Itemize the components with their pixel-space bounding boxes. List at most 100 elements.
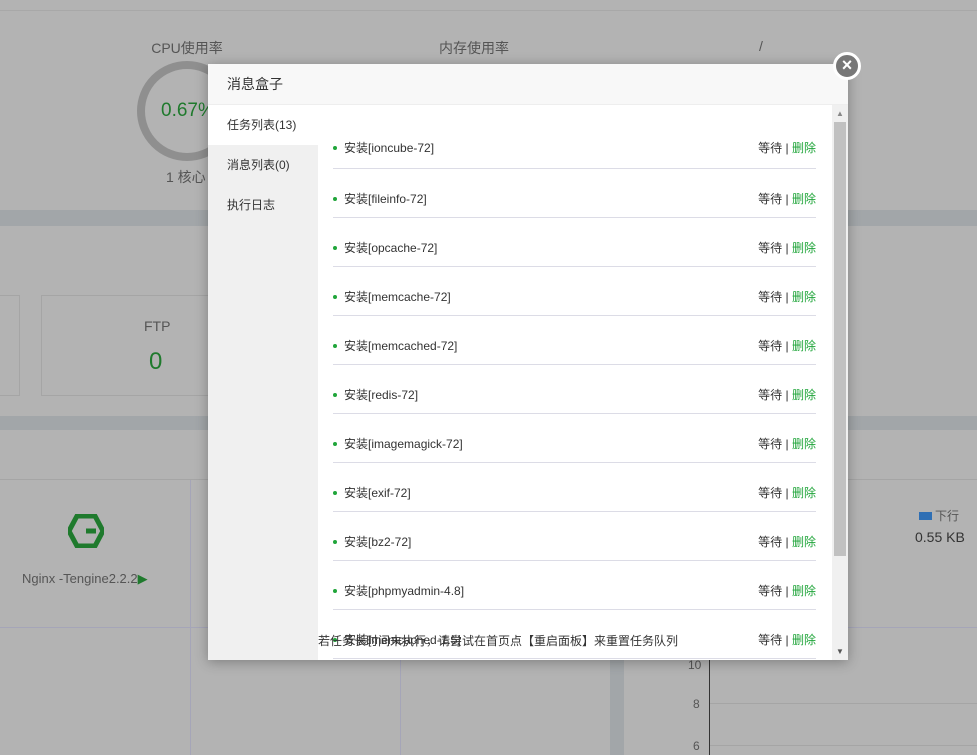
status-dot-icon <box>333 295 337 300</box>
separator: | <box>785 632 789 647</box>
network-value: 0.55 KB <box>915 529 965 545</box>
y-tick: 10 <box>688 658 702 672</box>
task-status: 等待 <box>758 583 783 598</box>
divider <box>190 480 191 755</box>
legend-label: 下行 <box>935 509 960 523</box>
play-icon[interactable]: ▶ <box>138 571 148 586</box>
task-row: 安装[memcached-72] 等待 | 删除 <box>333 316 816 365</box>
delete-task-button[interactable]: 删除 <box>792 633 816 647</box>
task-name: 安装[imagemagick-72] <box>333 435 463 452</box>
software-label: Nginx -Tengine2.2.2 <box>22 571 138 586</box>
delete-task-button[interactable]: 删除 <box>792 535 816 549</box>
delete-task-button[interactable]: 删除 <box>792 339 816 353</box>
separator: | <box>785 191 789 206</box>
cpu-value: 0.67% <box>161 100 215 121</box>
task-label: 安装[redis-72] <box>344 387 419 402</box>
status-dot-icon <box>333 344 337 349</box>
task-label: 安装[memcache-72] <box>344 289 451 304</box>
task-actions: 等待 | 删除 <box>758 533 816 550</box>
separator: | <box>785 338 789 353</box>
task-name: 安装[bz2-72] <box>333 533 411 550</box>
task-actions: 等待 | 删除 <box>758 139 816 156</box>
scroll-up-icon[interactable]: ▲ <box>836 109 844 118</box>
memory-title: 内存使用率 <box>439 40 509 56</box>
task-row: 安装[imagemagick-72] 等待 | 删除 <box>333 414 816 463</box>
gridline <box>710 745 977 746</box>
task-row: 安装[phpmyadmin-4.8] 等待 | 删除 <box>333 561 816 610</box>
task-label: 安装[imagemagick-72] <box>344 436 463 451</box>
delete-task-button[interactable]: 删除 <box>792 241 816 255</box>
task-actions: 等待 | 删除 <box>758 190 816 207</box>
status-dot-icon <box>333 491 337 496</box>
cpu-cores: 1 核心 <box>166 169 206 185</box>
separator: | <box>785 240 789 255</box>
footer-note: 若任务长时间未执行，请尝试在首页点【重启面板】来重置任务队列 <box>318 634 679 648</box>
ftp-label: FTP <box>144 318 171 334</box>
cpu-title: CPU使用率 <box>151 40 223 56</box>
task-actions: 等待 | 删除 <box>758 386 816 403</box>
task-name: 安装[exif-72] <box>333 484 411 501</box>
close-button[interactable]: × <box>833 52 861 80</box>
task-row: 安装[ioncube-72] 等待 | 删除 <box>333 105 816 169</box>
separator: | <box>785 534 789 549</box>
status-dot-icon <box>333 146 337 151</box>
task-row: 安装[exif-72] 等待 | 删除 <box>333 463 816 512</box>
task-label: 安装[opcache-72] <box>344 240 438 255</box>
delete-task-button[interactable]: 删除 <box>792 388 816 402</box>
delete-task-button[interactable]: 删除 <box>792 141 816 155</box>
task-actions: 等待 | 删除 <box>758 484 816 501</box>
y-tick: 6 <box>693 739 700 753</box>
task-actions: 等待 | 删除 <box>758 337 816 354</box>
task-status: 等待 <box>758 338 783 353</box>
delete-task-button[interactable]: 删除 <box>792 584 816 598</box>
task-label: 安装[exif-72] <box>344 485 411 500</box>
y-tick: 8 <box>693 697 700 711</box>
tengine-logo-icon <box>66 513 106 549</box>
scrollbar[interactable]: ▲ ▼ <box>832 105 848 660</box>
task-actions: 等待 | 删除 <box>758 435 816 452</box>
task-status: 等待 <box>758 240 783 255</box>
scrollbar-thumb[interactable] <box>834 122 846 556</box>
tab-task-list[interactable]: 任务列表(13) <box>208 105 318 145</box>
status-dot-icon <box>333 540 337 545</box>
status-dot-icon <box>333 197 337 202</box>
task-name: 安装[phpmyadmin-4.8] <box>333 582 464 599</box>
task-name: 安装[fileinfo-72] <box>333 190 427 207</box>
delete-task-button[interactable]: 删除 <box>792 290 816 304</box>
disk-title: / <box>759 38 763 54</box>
separator: | <box>785 387 789 402</box>
tab-message-list[interactable]: 消息列表(0) <box>208 145 318 185</box>
task-actions: 等待 | 删除 <box>758 582 816 599</box>
task-row: 安装[redis-72] 等待 | 删除 <box>333 365 816 414</box>
task-label: 安装[fileinfo-72] <box>344 191 427 206</box>
task-status: 等待 <box>758 436 783 451</box>
dialog-sidebar: 任务列表(13) 消息列表(0) 执行日志 <box>208 105 318 660</box>
task-row: 安装[bz2-72] 等待 | 删除 <box>333 512 816 561</box>
status-dot-icon <box>333 393 337 398</box>
tab-execution-log[interactable]: 执行日志 <box>208 185 318 225</box>
task-status: 等待 <box>758 485 783 500</box>
delete-task-button[interactable]: 删除 <box>792 192 816 206</box>
chart-axis <box>709 660 710 755</box>
software-name[interactable]: Nginx -Tengine2.2.2▶ <box>22 571 148 587</box>
task-status: 等待 <box>758 191 783 206</box>
separator: | <box>785 583 789 598</box>
task-status: 等待 <box>758 289 783 304</box>
stat-card[interactable] <box>0 295 20 396</box>
task-status: 等待 <box>758 632 783 647</box>
task-list: 安装[ioncube-72] 等待 | 删除安装[fileinfo-72] 等待 |… <box>333 105 816 659</box>
dialog-title: 消息盒子 <box>208 64 848 105</box>
task-status: 等待 <box>758 140 783 155</box>
task-actions: 等待 | 删除 <box>758 239 816 256</box>
delete-task-button[interactable]: 删除 <box>792 486 816 500</box>
task-row: 安装[memcache-72] 等待 | 删除 <box>333 267 816 316</box>
task-status: 等待 <box>758 534 783 549</box>
task-label: 安装[memcached-72] <box>344 338 458 353</box>
delete-task-button[interactable]: 删除 <box>792 437 816 451</box>
task-panel: 安装[ioncube-72] 等待 | 删除安装[fileinfo-72] 等待 |… <box>318 105 832 660</box>
task-actions: 等待 | 删除 <box>758 631 816 648</box>
task-name: 安装[memcache-72] <box>333 288 451 305</box>
scroll-down-icon[interactable]: ▼ <box>836 647 844 656</box>
separator: | <box>785 140 789 155</box>
network-legend: 下行 <box>919 507 959 524</box>
